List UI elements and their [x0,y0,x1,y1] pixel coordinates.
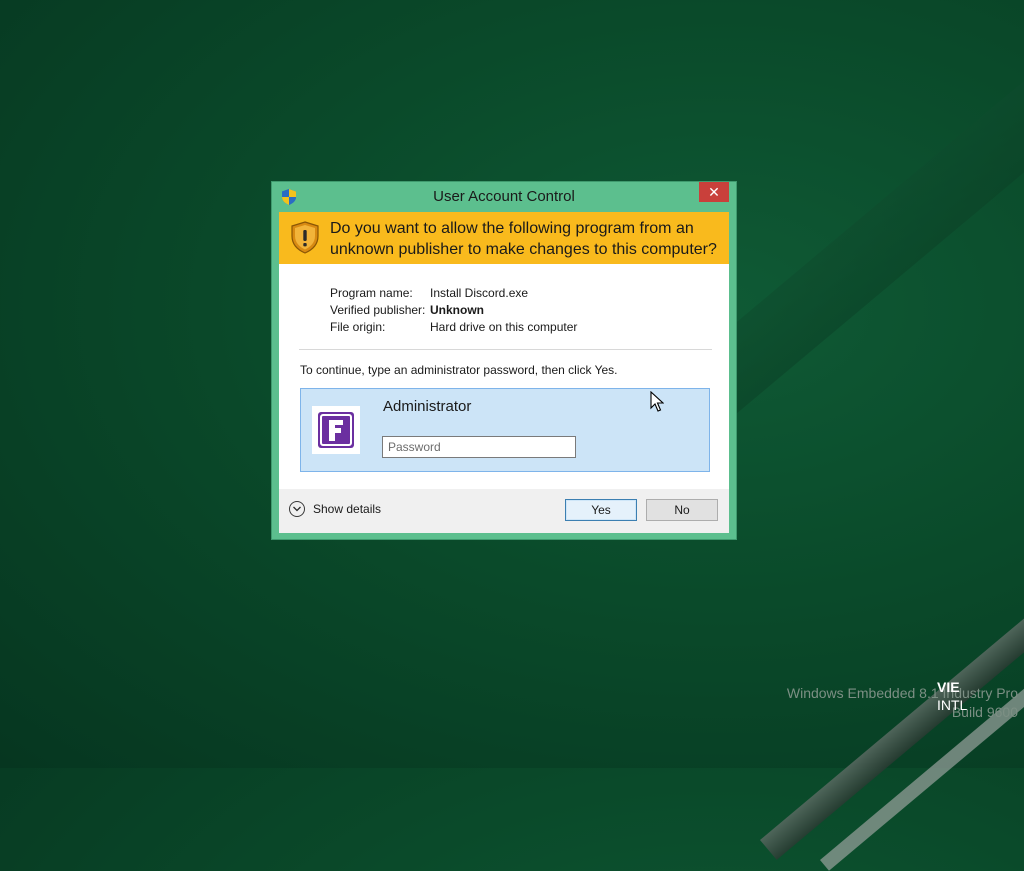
dialog-body: Do you want to allow the following progr… [279,212,729,533]
file-origin-row: File origin: Hard drive on this computer [330,320,577,337]
title-bar[interactable]: User Account Control ✕ [272,182,736,212]
uac-dialog: User Account Control ✕ Do you want to al… [271,181,737,540]
language-code: VIE [937,679,960,695]
publisher-label: Verified publisher: [330,303,426,317]
file-origin-value: Hard drive on this computer [430,320,578,334]
dialog-footer: Show details Yes No [279,489,729,533]
program-name-row: Program name: Install Discord.exe [330,286,577,303]
warning-banner: Do you want to allow the following progr… [279,212,729,264]
program-name-label: Program name: [330,286,413,300]
program-info: Program name: Install Discord.exe Verifi… [330,286,577,337]
close-button[interactable]: ✕ [699,182,729,202]
warning-shield-icon [291,221,319,254]
instruction-text: To continue, type an administrator passw… [300,363,618,377]
watermark-build: Build 9600 [951,704,1018,720]
program-name-value: Install Discord.exe [430,286,529,300]
mouse-cursor-icon [650,391,664,412]
show-details-label: Show details [313,502,382,516]
window-title: User Account Control [433,188,575,205]
desktop-background-rail-highlight [820,410,1024,871]
language-indicator[interactable]: VIE INTL [937,678,967,714]
chevron-down-icon [289,501,305,517]
credential-tile[interactable]: Administrator [300,388,710,472]
yes-button[interactable]: Yes [565,499,637,521]
password-input[interactable] [382,436,576,458]
divider [299,349,712,350]
keyboard-layout: INTL [937,697,968,713]
watermark-edition: Windows Embedded 8.1 Industry Pro [786,685,1018,701]
publisher-row: Verified publisher: Unknown [330,303,577,320]
no-button[interactable]: No [646,499,718,521]
uac-question: Do you want to allow the following progr… [330,220,717,258]
os-watermark: Windows Embedded 8.1 Industry Pro Build … [787,684,1018,722]
avatar [312,406,360,454]
publisher-value: Unknown [430,303,484,317]
fortnite-avatar-icon [318,412,354,448]
desktop-background-rail [760,390,1024,860]
close-icon: ✕ [708,184,720,200]
account-name: Administrator [383,398,472,415]
file-origin-label: File origin: [330,320,386,334]
show-details-toggle[interactable]: Show details [289,501,381,517]
